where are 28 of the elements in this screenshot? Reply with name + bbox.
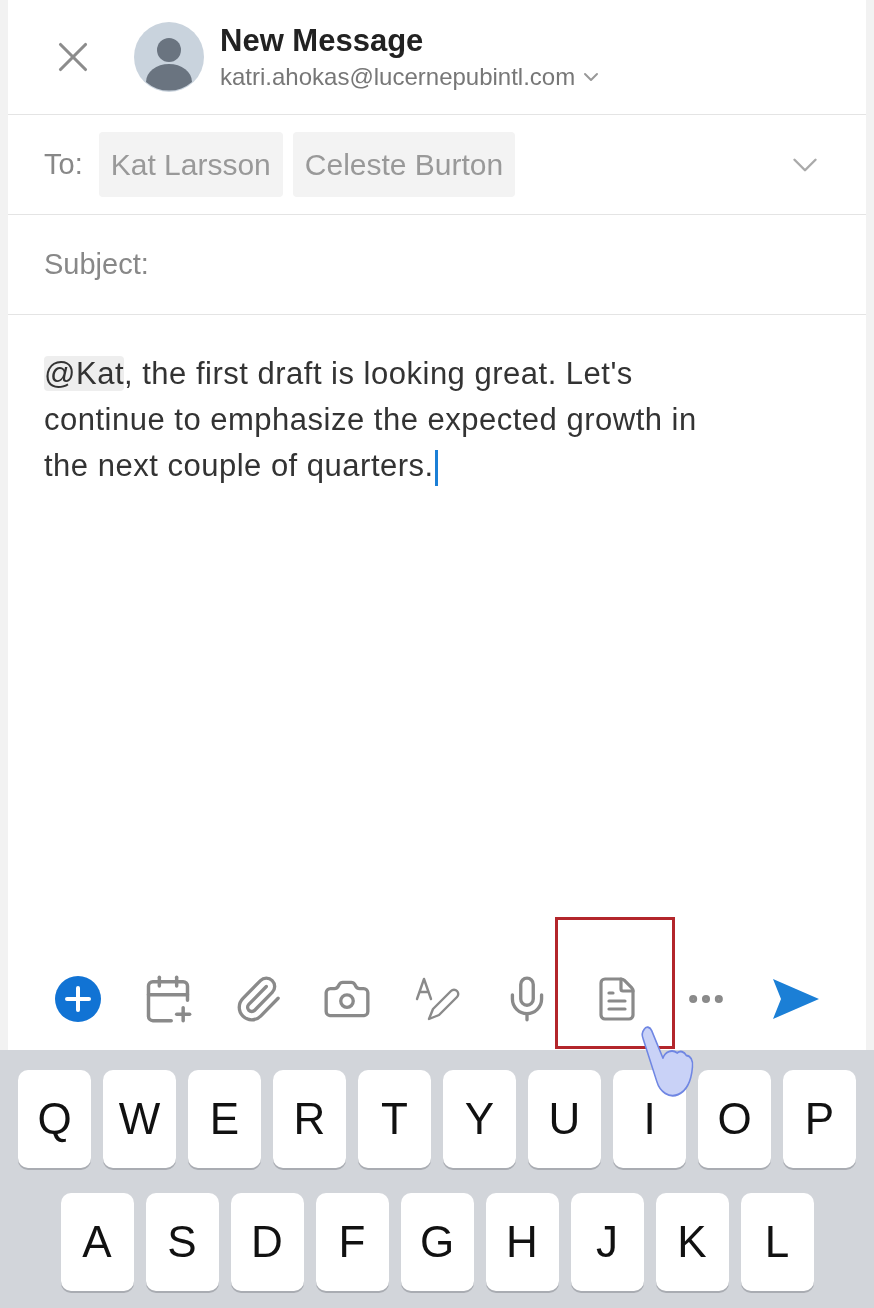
subject-field[interactable]: Subject:	[44, 242, 826, 287]
keyboard-key[interactable]: E	[188, 1070, 261, 1168]
keyboard-key[interactable]: G	[400, 1193, 474, 1291]
account-address: katri.ahokas@lucernepubintl.com	[220, 62, 576, 92]
keyboard-key[interactable]: L	[740, 1193, 814, 1291]
keyboard-key[interactable]: W	[103, 1070, 176, 1168]
letter-pen-icon[interactable]	[413, 975, 461, 1023]
keyboard-key[interactable]: D	[230, 1193, 304, 1291]
avatar	[134, 22, 204, 92]
keyboard-key[interactable]: R	[273, 1070, 346, 1168]
keyboard-key[interactable]: T	[358, 1070, 431, 1168]
keyboard-key[interactable]: A	[60, 1193, 134, 1291]
window-title: New Message	[220, 22, 425, 60]
keyboard-key[interactable]: Q	[18, 1070, 91, 1168]
keyboard-key[interactable]: H	[485, 1193, 559, 1291]
keyboard-key[interactable]: P	[783, 1070, 856, 1168]
keyboard-key[interactable]: U	[528, 1070, 601, 1168]
keyboard-key[interactable]: I	[613, 1070, 686, 1168]
add-icon[interactable]	[54, 975, 102, 1023]
keyboard-key[interactable]: K	[655, 1193, 729, 1291]
to-label: To:	[44, 146, 83, 182]
keyboard-key[interactable]: F	[315, 1193, 389, 1291]
message-body[interactable]: @Kat, the first draft is looking great. Let's continue to emphasize the expected growth in the next couple of quarters.	[44, 351, 749, 489]
keyboard-key[interactable]: O	[698, 1070, 771, 1168]
keyboard-key[interactable]: S	[145, 1193, 219, 1291]
send-icon[interactable]	[771, 977, 821, 1021]
keyboard-key[interactable]: J	[570, 1193, 644, 1291]
keyboard-key[interactable]: Y	[443, 1070, 516, 1168]
